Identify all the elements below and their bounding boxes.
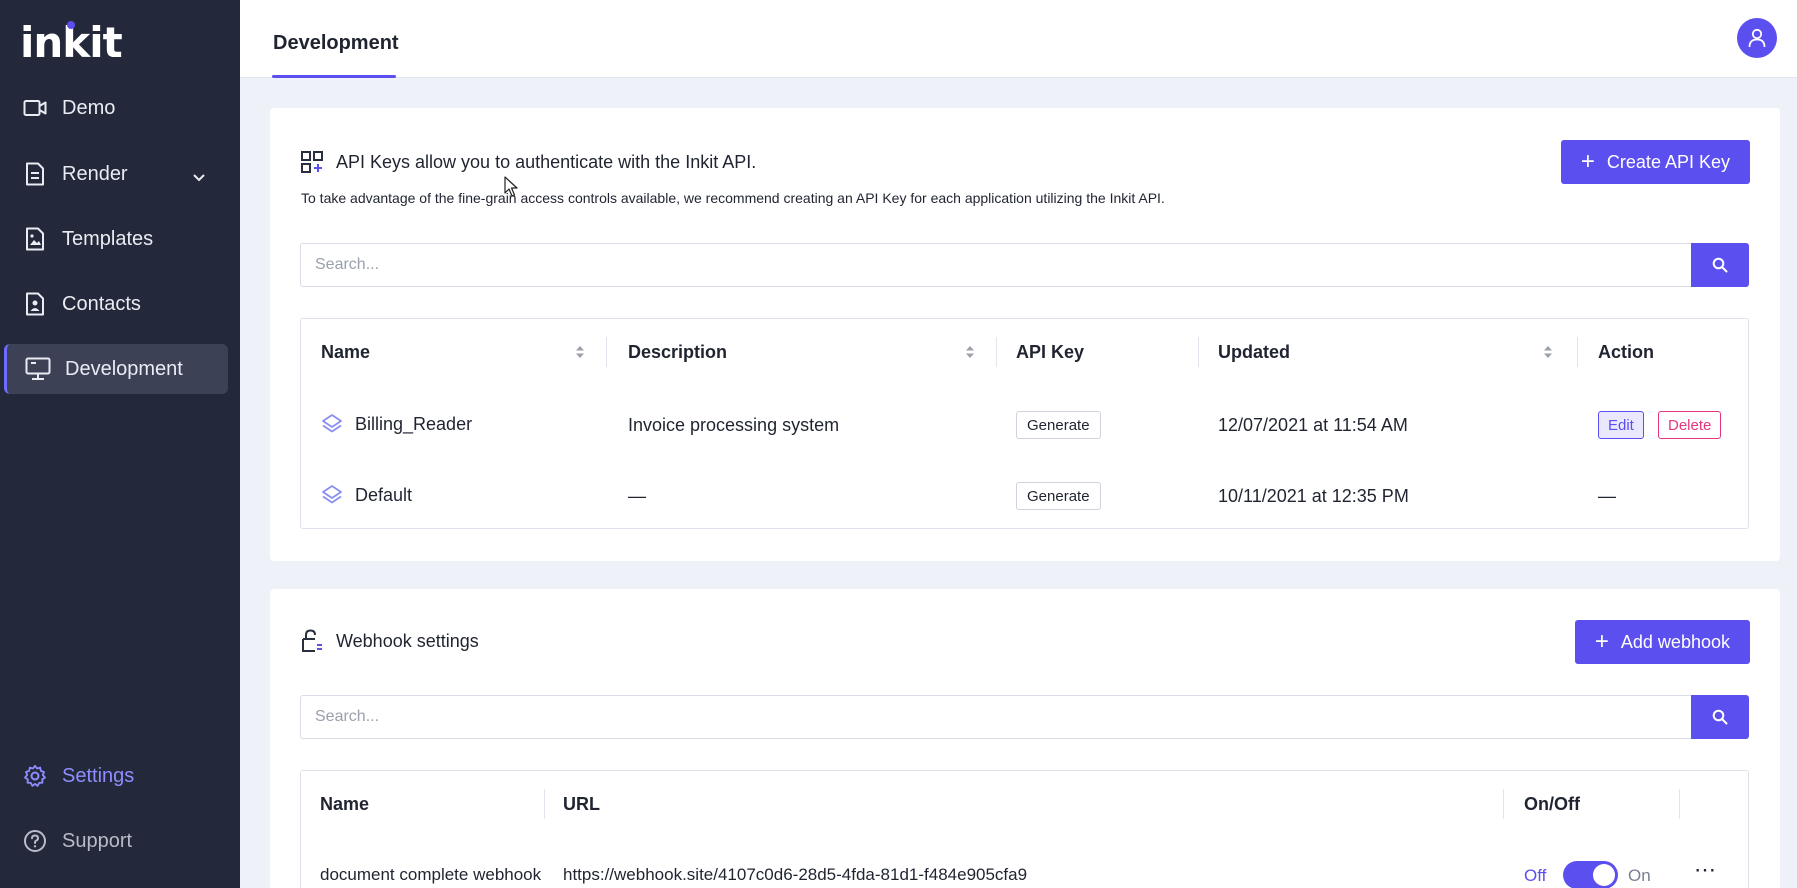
more-options-icon[interactable]: ⋯ xyxy=(1694,857,1718,883)
sort-icon[interactable] xyxy=(1543,345,1553,359)
help-circle-icon xyxy=(22,828,48,854)
plus-icon: + xyxy=(1580,148,1595,175)
search-icon xyxy=(1712,257,1728,273)
user-icon xyxy=(1748,28,1766,48)
sidebar-item-label: Development xyxy=(65,357,183,380)
document-icon xyxy=(22,161,48,187)
sidebar-item-label: Render xyxy=(62,162,128,185)
create-api-key-label: Create API Key xyxy=(1606,151,1730,172)
webhooks-card: Webhook settings + Add webhook Name URL … xyxy=(270,589,1780,888)
table-row: Billing_Reader xyxy=(321,409,472,439)
webhook-name: document complete webhook xyxy=(320,865,542,884)
column-header-updated: Updated xyxy=(1218,341,1290,362)
sidebar-item-templates[interactable]: Templates xyxy=(4,214,228,264)
api-keys-search xyxy=(300,243,1749,287)
column-divider xyxy=(1198,337,1199,367)
edit-button[interactable]: Edit xyxy=(1598,411,1644,439)
webhooks-search-button[interactable] xyxy=(1691,695,1749,739)
column-header-onoff: On/Off xyxy=(1524,793,1580,814)
webhook-toggle[interactable] xyxy=(1563,861,1618,888)
webhooks-table: Name URL On/Off document complete webhoo… xyxy=(300,770,1749,888)
column-header-name: Name xyxy=(321,341,371,362)
top-bar: Development xyxy=(240,0,1797,78)
sidebar-item-label: Settings xyxy=(62,764,135,787)
add-webhook-label: Add webhook xyxy=(1620,631,1730,652)
column-divider xyxy=(996,337,997,367)
column-header-api-key: API Key xyxy=(1016,341,1085,362)
sidebar-item-development[interactable]: Development xyxy=(4,344,228,394)
api-key-updated: 10/11/2021 at 12:35 PM xyxy=(1218,485,1409,506)
generate-key-button[interactable]: Generate xyxy=(1016,411,1101,439)
column-header-description: Description xyxy=(628,341,728,362)
add-webhook-button[interactable]: + Add webhook xyxy=(1574,620,1750,664)
logo-dot xyxy=(67,21,75,29)
sidebar-item-support[interactable]: Support xyxy=(4,816,228,866)
create-api-key-button[interactable]: + Create API Key xyxy=(1560,140,1750,184)
column-header-name: Name xyxy=(320,793,370,814)
monitor-icon xyxy=(25,356,51,382)
toggle-knob xyxy=(1593,864,1615,886)
grid-add-icon xyxy=(300,150,324,174)
api-key-name: Billing_Reader xyxy=(355,413,473,434)
sort-icon[interactable] xyxy=(965,345,975,359)
table-row: Default xyxy=(321,480,412,510)
api-keys-card: API Keys allow you to authenticate with … xyxy=(270,108,1780,561)
api-key-updated: 12/07/2021 at 11:54 AM xyxy=(1218,414,1408,435)
toggle-on-label: On xyxy=(1628,866,1651,885)
video-camera-icon xyxy=(22,95,48,121)
api-keys-heading-text: API Keys allow you to authenticate with … xyxy=(336,151,757,172)
api-key-name: Default xyxy=(355,484,413,505)
plus-icon: + xyxy=(1594,628,1609,655)
sidebar-item-settings[interactable]: Settings xyxy=(4,751,228,801)
chevron-down-icon[interactable] xyxy=(192,166,206,189)
gear-icon xyxy=(22,763,48,789)
sidebar: inkit Demo Render Templates Contacts Dev… xyxy=(0,0,240,888)
api-keys-description: To take advantage of the fine-grain acce… xyxy=(301,190,1165,206)
mouse-cursor-icon xyxy=(504,176,518,203)
image-file-icon xyxy=(22,226,48,252)
generate-key-button[interactable]: Generate xyxy=(1016,482,1101,510)
layers-icon xyxy=(321,484,343,506)
avatar[interactable] xyxy=(1737,18,1777,58)
tab-development[interactable]: Development xyxy=(273,32,399,55)
layers-icon xyxy=(321,413,343,435)
api-key-description: — xyxy=(628,485,646,506)
sidebar-item-demo[interactable]: Demo xyxy=(4,83,228,133)
webhooks-search-input[interactable] xyxy=(300,695,1691,739)
column-header-action: Action xyxy=(1598,341,1654,362)
api-keys-search-input[interactable] xyxy=(300,243,1691,287)
sidebar-item-label: Demo xyxy=(62,96,116,119)
sidebar-item-render[interactable]: Render xyxy=(4,149,228,199)
column-divider xyxy=(544,789,545,819)
delete-button[interactable]: Delete xyxy=(1658,411,1722,439)
webhook-url[interactable]: https://webhook.site/4107c0d6-28d5-4fda-… xyxy=(563,860,1027,888)
column-divider xyxy=(1503,789,1504,819)
column-divider xyxy=(606,337,607,367)
webhooks-heading: Webhook settings xyxy=(300,629,479,653)
api-keys-search-button[interactable] xyxy=(1691,243,1749,287)
search-icon xyxy=(1712,709,1728,725)
column-divider xyxy=(1679,789,1680,819)
action-placeholder: — xyxy=(1598,485,1616,506)
sidebar-item-label: Contacts xyxy=(62,292,141,315)
sidebar-item-label: Support xyxy=(62,829,133,852)
api-keys-table: Name Description API Key Updated Action … xyxy=(300,318,1749,529)
api-keys-heading: API Keys allow you to authenticate with … xyxy=(300,150,756,174)
active-tab-indicator xyxy=(272,75,396,78)
unlock-icon xyxy=(300,629,324,653)
column-divider xyxy=(1577,337,1578,367)
contact-file-icon xyxy=(22,291,48,317)
sidebar-item-label: Templates xyxy=(62,227,154,250)
toggle-off-label: Off xyxy=(1524,866,1547,885)
sidebar-item-contacts[interactable]: Contacts xyxy=(4,279,228,329)
sort-icon[interactable] xyxy=(575,345,585,359)
column-header-url: URL xyxy=(563,793,600,814)
webhooks-heading-text: Webhook settings xyxy=(336,630,479,651)
webhooks-search xyxy=(300,695,1749,739)
api-key-description: Invoice processing system xyxy=(628,414,840,435)
